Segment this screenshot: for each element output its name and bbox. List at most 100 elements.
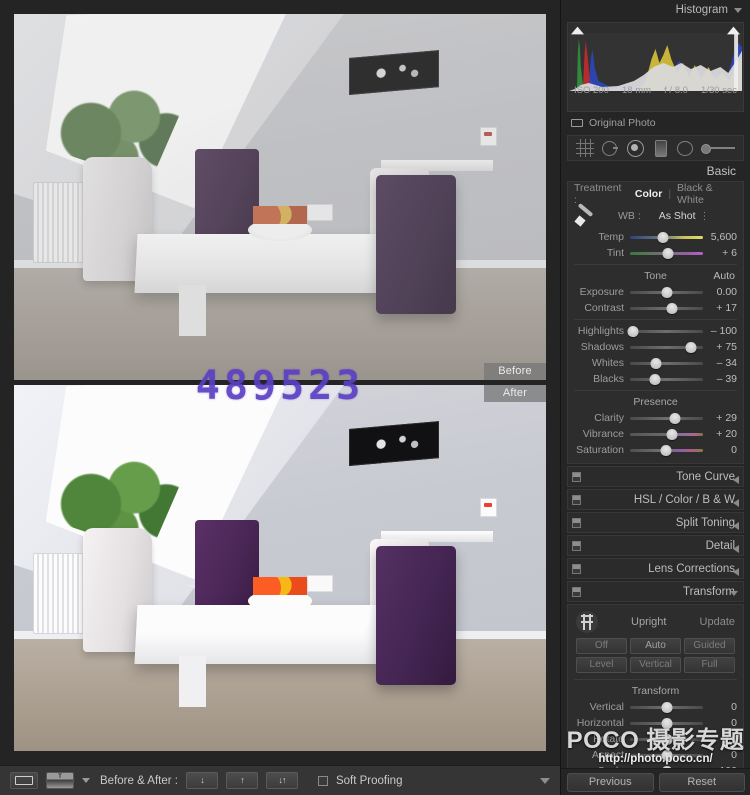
- panel-split-toning[interactable]: Split Toning: [567, 512, 744, 533]
- slider-knob[interactable]: [657, 232, 669, 243]
- chevron-left-icon[interactable]: [733, 476, 739, 484]
- slider-knob[interactable]: [627, 326, 639, 337]
- upright-off-button[interactable]: Off: [576, 638, 627, 654]
- slider-whites[interactable]: Whites – 34: [568, 355, 743, 371]
- slider-knob[interactable]: [685, 342, 697, 353]
- slider-contrast[interactable]: Contrast + 17: [568, 300, 743, 316]
- adjustment-brush-icon[interactable]: [701, 139, 736, 157]
- chevron-left-icon[interactable]: [733, 568, 739, 576]
- histogram-panel[interactable]: ISO 200 18 mm f / 8.0 1/30 sec: [567, 22, 744, 112]
- panel-toggle-icon[interactable]: [572, 517, 581, 528]
- red-eye-icon[interactable]: [626, 139, 644, 157]
- slider-highlights[interactable]: Highlights – 100: [568, 323, 743, 339]
- slider-knob[interactable]: [649, 374, 661, 385]
- slider-clarity[interactable]: Clarity + 29: [568, 410, 743, 426]
- upright-update-button[interactable]: Update: [700, 616, 735, 628]
- slider-horizontal[interactable]: Horizontal 0: [568, 715, 743, 731]
- panel-toggle-icon[interactable]: [572, 586, 581, 597]
- previous-button[interactable]: Previous: [567, 772, 654, 792]
- panel-tone-curve[interactable]: Tone Curve: [567, 466, 744, 487]
- crop-overlay-icon[interactable]: [575, 139, 594, 157]
- slider-track[interactable]: [630, 699, 703, 715]
- radial-filter-icon[interactable]: [676, 139, 694, 157]
- upright-vertical-button[interactable]: Vertical: [630, 657, 681, 673]
- slider-track[interactable]: [630, 410, 703, 426]
- before-after-view-icon[interactable]: [46, 772, 74, 789]
- upright-full-button[interactable]: Full: [684, 657, 735, 673]
- panel-lens-corrections[interactable]: Lens Corrections: [567, 558, 744, 579]
- panel-toggle-icon[interactable]: [572, 494, 581, 505]
- slider-knob[interactable]: [661, 702, 672, 713]
- swap-before-after-button[interactable]: ↓↑: [265, 772, 298, 789]
- chevron-left-icon[interactable]: [733, 522, 739, 530]
- panel-toggle-icon[interactable]: [572, 471, 581, 482]
- original-photo-row[interactable]: Original Photo: [567, 114, 744, 132]
- slider-knob[interactable]: [669, 413, 681, 424]
- slider-track[interactable]: [630, 245, 703, 261]
- slider-track[interactable]: [630, 715, 703, 731]
- upright-auto-button[interactable]: Auto: [630, 638, 681, 654]
- slider-knob[interactable]: [661, 287, 672, 298]
- upright-tool-icon[interactable]: [576, 611, 598, 633]
- slider-rotate[interactable]: Rotate 0.0: [568, 731, 743, 747]
- slider-track[interactable]: [630, 339, 703, 355]
- slider-temp[interactable]: Temp 5,600: [568, 229, 743, 245]
- basic-panel-header[interactable]: Basic: [561, 161, 750, 181]
- slider-saturation[interactable]: Saturation 0: [568, 442, 743, 458]
- panel-detail[interactable]: Detail: [567, 535, 744, 556]
- chevron-down-icon[interactable]: [82, 778, 90, 783]
- after-image-pane[interactable]: After: [14, 385, 546, 751]
- slider-knob[interactable]: [666, 429, 678, 440]
- panel-hsl-color-bw[interactable]: HSL / Color / B & W: [567, 489, 744, 510]
- wb-dropdown-icon[interactable]: ⋮: [700, 211, 710, 222]
- slider-track[interactable]: [630, 371, 703, 387]
- soft-proofing-checkbox[interactable]: Soft Proofing: [317, 775, 402, 787]
- reset-button[interactable]: Reset: [658, 772, 745, 792]
- slider-knob[interactable]: [660, 445, 672, 456]
- chevron-down-icon[interactable]: [734, 7, 742, 13]
- wb-value[interactable]: As Shot: [659, 210, 696, 222]
- treatment-color-option[interactable]: Color: [635, 188, 662, 200]
- slider-knob[interactable]: [666, 303, 678, 314]
- slider-shadows[interactable]: Shadows + 75: [568, 339, 743, 355]
- slider-knob[interactable]: [661, 734, 672, 745]
- slider-blacks[interactable]: Blacks – 39: [568, 371, 743, 387]
- slider-knob[interactable]: [661, 750, 672, 761]
- slider-knob[interactable]: [650, 358, 662, 369]
- slider-track[interactable]: [630, 731, 703, 747]
- graduated-filter-icon[interactable]: [651, 139, 669, 157]
- slider-track[interactable]: [630, 355, 703, 371]
- slider-aspect[interactable]: Aspect 0: [568, 747, 743, 763]
- panel-toggle-icon[interactable]: [572, 563, 581, 574]
- copy-settings-after-to-before-button[interactable]: ↑: [225, 772, 258, 789]
- slider-value: + 20: [716, 428, 737, 440]
- upright-level-button[interactable]: Level: [576, 657, 627, 673]
- chevron-down-icon[interactable]: [730, 591, 738, 596]
- slider-vertical[interactable]: Vertical 0: [568, 699, 743, 715]
- slider-tint[interactable]: Tint + 6: [568, 245, 743, 261]
- loupe-view-icon[interactable]: [10, 772, 38, 789]
- copy-settings-before-to-after-button[interactable]: ↓: [185, 772, 218, 789]
- panel-transform-header[interactable]: Transform: [567, 581, 744, 602]
- panel-toggle-icon[interactable]: [572, 540, 581, 551]
- slider-knob[interactable]: [662, 248, 674, 259]
- slider-track[interactable]: [630, 442, 703, 458]
- upright-guided-button[interactable]: Guided: [684, 638, 735, 654]
- before-image-pane[interactable]: Before: [14, 14, 546, 380]
- slider-track[interactable]: [627, 323, 703, 339]
- slider-track[interactable]: [630, 747, 703, 763]
- slider-track[interactable]: [630, 426, 703, 442]
- slider-track[interactable]: [630, 284, 703, 300]
- slider-exposure[interactable]: Exposure 0.00: [568, 284, 743, 300]
- eyedropper-icon[interactable]: [574, 205, 600, 227]
- tone-auto-button[interactable]: Auto: [713, 270, 735, 282]
- slider-knob[interactable]: [661, 718, 672, 729]
- slider-vibrance[interactable]: Vibrance + 20: [568, 426, 743, 442]
- chevron-left-icon[interactable]: [733, 499, 739, 507]
- toolbar-chevron-down-icon[interactable]: [540, 777, 550, 784]
- spot-removal-icon[interactable]: [601, 139, 619, 157]
- histogram-header[interactable]: Histogram: [561, 0, 750, 20]
- chevron-left-icon[interactable]: [733, 545, 739, 553]
- slider-track[interactable]: [630, 300, 703, 316]
- slider-track[interactable]: [630, 229, 703, 245]
